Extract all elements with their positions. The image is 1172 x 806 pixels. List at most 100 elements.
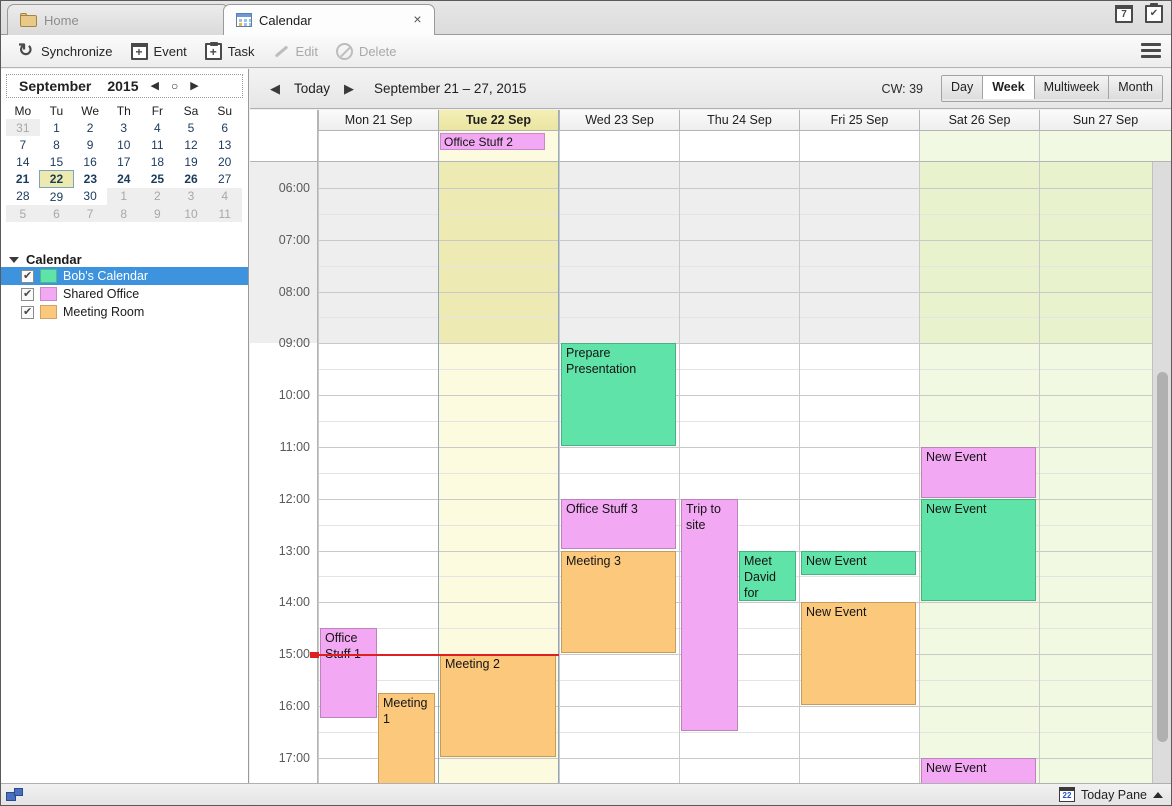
view-button-day[interactable]: Day: [942, 76, 984, 99]
all-day-event[interactable]: Office Stuff 2: [440, 133, 545, 150]
calendar-event[interactable]: New Event: [921, 446, 1036, 498]
mini-day-cell[interactable]: 10: [107, 136, 141, 153]
mini-day-cell[interactable]: 7: [73, 205, 107, 222]
today-pane-button[interactable]: Today Pane: [1058, 787, 1163, 802]
mini-day-cell[interactable]: 10: [174, 205, 208, 222]
view-button-multiweek[interactable]: Multiweek: [1034, 76, 1110, 99]
view-button-week[interactable]: Week: [983, 76, 1035, 99]
mini-day-cell[interactable]: 26: [174, 171, 208, 188]
mini-day-cell[interactable]: 6: [208, 119, 242, 136]
previous-week-button[interactable]: ◀: [264, 81, 286, 97]
calendar-event[interactable]: New Event: [801, 602, 916, 705]
day-header-wed[interactable]: Wed 23 Sep: [559, 110, 679, 131]
mini-prev-month-button[interactable]: ◀: [151, 80, 159, 92]
all-day-cell[interactable]: Office Stuff 2: [438, 131, 559, 162]
mini-day-cell[interactable]: 5: [174, 119, 208, 136]
next-week-button[interactable]: ▶: [338, 81, 360, 97]
calendar-day7-icon[interactable]: [1115, 5, 1133, 23]
calendar-event[interactable]: Meeting 1: [378, 692, 435, 784]
calendar-visibility-checkbox[interactable]: [21, 287, 34, 301]
calendar-event[interactable]: New Event: [801, 550, 916, 576]
calendar-list-item[interactable]: Meeting Room: [1, 303, 248, 321]
mini-day-cell[interactable]: 20: [208, 153, 242, 171]
mini-day-cell[interactable]: 2: [73, 119, 107, 136]
mini-day-cell[interactable]: 14: [6, 153, 40, 171]
mini-day-cell[interactable]: 11: [207, 205, 242, 222]
day-header-mon[interactable]: Mon 21 Sep: [318, 110, 438, 131]
tab-calendar[interactable]: Calendar ×: [223, 4, 435, 35]
calendar-section-header[interactable]: Calendar: [9, 252, 248, 267]
mini-day-cell[interactable]: 8: [106, 205, 141, 222]
mini-day-cell[interactable]: 7: [6, 136, 40, 153]
vertical-scrollbar[interactable]: [1152, 162, 1171, 784]
mini-day-today[interactable]: 22: [39, 170, 74, 188]
all-day-cell[interactable]: [679, 131, 799, 162]
mini-day-cell[interactable]: 15: [40, 153, 74, 171]
calendar-visibility-checkbox[interactable]: [21, 305, 34, 319]
mini-day-cell[interactable]: 31: [6, 119, 40, 136]
mini-today-button[interactable]: ○: [171, 80, 178, 92]
mini-day-cell[interactable]: 17: [107, 153, 141, 171]
task-clipboard-icon[interactable]: [1145, 3, 1163, 23]
mini-day-cell[interactable]: 9: [73, 136, 107, 153]
calendar-event[interactable]: Office Stuff 1: [320, 628, 377, 718]
all-day-cell[interactable]: [1039, 131, 1171, 162]
tab-close-button[interactable]: ×: [410, 12, 425, 27]
calendar-event[interactable]: Meeting 2: [440, 654, 556, 757]
mini-day-cell[interactable]: 6: [39, 205, 74, 222]
all-day-cell[interactable]: [559, 131, 679, 162]
all-day-cell[interactable]: [919, 131, 1039, 162]
mini-day-cell[interactable]: 4: [207, 187, 242, 205]
calendar-event[interactable]: Meet David for: [739, 550, 796, 602]
mini-day-cell[interactable]: 9: [140, 205, 175, 222]
calendar-visibility-checkbox[interactable]: [21, 269, 34, 283]
hamburger-icon[interactable]: [1141, 43, 1161, 59]
mini-day-cell[interactable]: 8: [40, 136, 74, 153]
mini-day-cell[interactable]: 4: [141, 119, 175, 136]
calendar-list-item[interactable]: Bob's Calendar: [1, 267, 248, 285]
mini-day-cell[interactable]: 3: [107, 119, 141, 136]
mini-day-cell[interactable]: 5: [6, 205, 40, 222]
calendar-event[interactable]: New Event: [921, 498, 1036, 602]
all-day-cell[interactable]: [799, 131, 919, 162]
mini-day-cell[interactable]: 25: [141, 171, 175, 188]
mini-day-cell[interactable]: 13: [208, 136, 242, 153]
mini-day-cell[interactable]: 1: [106, 187, 141, 205]
day-header-sat[interactable]: Sat 26 Sep: [919, 110, 1039, 131]
day-header-tue[interactable]: Tue 22 Sep: [438, 110, 559, 131]
mini-day-cell[interactable]: 18: [141, 153, 175, 171]
scrollbar-thumb[interactable]: [1157, 372, 1168, 742]
day-header-sun[interactable]: Sun 27 Sep: [1039, 110, 1171, 131]
mini-day-cell[interactable]: 16: [73, 153, 107, 171]
calendar-event[interactable]: Office Stuff 3: [561, 498, 676, 550]
mini-next-month-button[interactable]: ▶: [190, 80, 198, 92]
day-header-fri[interactable]: Fri 25 Sep: [799, 110, 919, 131]
calendar-event[interactable]: Trip to site: [681, 498, 738, 731]
calendar-event[interactable]: New Event: [921, 757, 1036, 784]
day-header-thu[interactable]: Thu 24 Sep: [679, 110, 799, 131]
mini-day-cell[interactable]: 29: [40, 188, 74, 206]
mini-day-cell[interactable]: 1: [40, 119, 74, 136]
mini-day-cell[interactable]: 3: [174, 187, 208, 205]
all-day-cell[interactable]: [318, 131, 438, 162]
day-column[interactable]: [559, 162, 679, 784]
mini-day-cell[interactable]: 11: [141, 136, 175, 153]
mini-day-cell[interactable]: 23: [73, 171, 107, 188]
calendar-list-item[interactable]: Shared Office: [1, 285, 248, 303]
new-event-button[interactable]: Event: [122, 38, 196, 64]
mini-day-cell[interactable]: 21: [6, 171, 40, 188]
view-button-month[interactable]: Month: [1109, 76, 1162, 99]
mini-day-cell[interactable]: 24: [107, 171, 141, 188]
new-task-button[interactable]: Task: [196, 38, 264, 64]
tab-home[interactable]: Home: [7, 4, 229, 35]
synchronize-button[interactable]: Synchronize: [9, 38, 122, 64]
mini-day-cell[interactable]: 12: [174, 136, 208, 153]
mini-day-cell[interactable]: 2: [140, 187, 175, 205]
mini-day-cell[interactable]: 27: [208, 171, 242, 188]
mini-day-cell[interactable]: 28: [6, 188, 40, 206]
mini-day-cell[interactable]: 30: [73, 188, 107, 206]
today-button[interactable]: Today: [286, 81, 338, 96]
calendar-event[interactable]: Prepare Presentation: [561, 343, 676, 446]
calendar-event[interactable]: Meeting 3: [561, 550, 676, 654]
mini-day-cell[interactable]: 19: [174, 153, 208, 171]
